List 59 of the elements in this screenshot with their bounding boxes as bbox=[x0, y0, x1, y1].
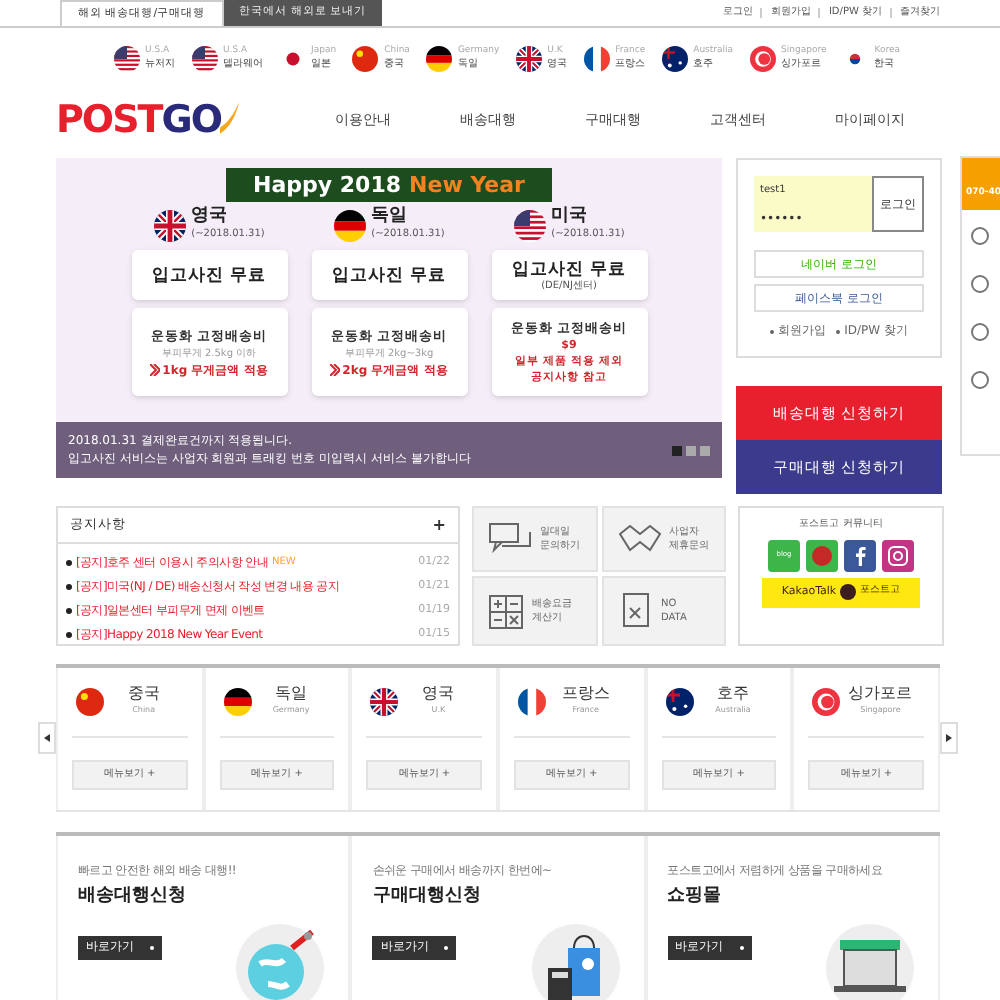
flag-icon bbox=[352, 45, 379, 71]
country-name: 독일 bbox=[371, 208, 410, 226]
facebook-icon[interactable] bbox=[844, 539, 876, 571]
instagram-icon[interactable] bbox=[882, 539, 914, 571]
flag-icon bbox=[333, 210, 366, 242]
calculator-icon bbox=[488, 593, 524, 629]
slide-indicator[interactable] bbox=[686, 445, 696, 455]
banner-title: Happy 2018 bbox=[253, 174, 402, 196]
right-triangle-icon bbox=[946, 734, 952, 742]
left-triangle-icon bbox=[44, 734, 50, 742]
card-heading: 입고사진 무료 bbox=[152, 265, 266, 285]
country-name: 영국 bbox=[422, 686, 455, 702]
swoosh-icon bbox=[220, 97, 240, 137]
country-name: 중국 bbox=[127, 686, 160, 702]
slide-indicator[interactable] bbox=[700, 445, 710, 455]
service-title: 구매대행신청 bbox=[372, 884, 483, 910]
flag-icon bbox=[749, 45, 776, 71]
banner-title-highlight: New Year bbox=[409, 174, 525, 196]
bullet-icon bbox=[66, 608, 72, 614]
flag-icon bbox=[583, 45, 610, 71]
rail-menu-icon[interactable] bbox=[970, 370, 990, 390]
logo[interactable]: POSTGO bbox=[56, 102, 221, 140]
flag-icon bbox=[513, 210, 546, 242]
bullet-icon bbox=[66, 584, 72, 590]
document-icon bbox=[617, 591, 653, 631]
card-heading: 입고사진 무료 bbox=[332, 265, 446, 285]
flag-icon bbox=[425, 45, 452, 71]
country-name: 독일 bbox=[275, 686, 307, 702]
flag-icon bbox=[153, 210, 186, 242]
flag-icon bbox=[518, 688, 547, 716]
next-arrow-button[interactable] bbox=[940, 722, 958, 754]
flag-icon bbox=[76, 688, 104, 716]
flag-icon bbox=[812, 688, 841, 716]
bullet-icon bbox=[66, 560, 72, 566]
country-name: 미국 bbox=[551, 208, 590, 226]
flag-icon bbox=[113, 45, 140, 71]
chat-bubbles-icon bbox=[488, 521, 532, 557]
flag-icon bbox=[515, 45, 542, 71]
country-name: 영국 bbox=[191, 208, 230, 226]
flag-icon bbox=[223, 688, 252, 716]
bullet-icon bbox=[66, 632, 72, 638]
chevron-icon bbox=[330, 364, 341, 376]
slide-indicator[interactable] bbox=[672, 445, 682, 455]
country-name: 프랑스 bbox=[561, 686, 610, 702]
service-title: 쇼핑몰 bbox=[667, 884, 724, 910]
service-title: 배송대행신청 bbox=[78, 884, 188, 910]
country-name: 싱가포르 bbox=[848, 686, 913, 702]
card-heading: 입고사진 무료 bbox=[512, 259, 626, 279]
more-link[interactable]: + bbox=[432, 513, 446, 537]
rail-menu-icon[interactable] bbox=[970, 226, 990, 246]
flag-icon bbox=[191, 45, 218, 71]
country-name: 호주 bbox=[717, 686, 750, 702]
flag-icon bbox=[370, 688, 399, 716]
rail-menu-icon[interactable] bbox=[970, 322, 990, 342]
flag-icon bbox=[661, 45, 688, 71]
flag-icon bbox=[665, 688, 694, 716]
rail-menu-icon[interactable] bbox=[970, 274, 990, 294]
chevron-icon bbox=[150, 364, 161, 376]
previous-arrow-button[interactable] bbox=[38, 722, 56, 754]
